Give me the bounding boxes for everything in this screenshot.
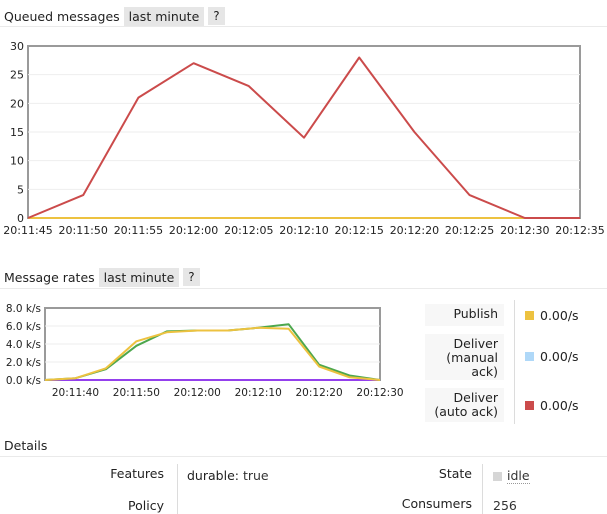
x-tick-label: 20:12:05: [224, 224, 273, 237]
x-tick-label: 20:11:45: [3, 224, 52, 237]
legend-deliver-auto-line2: (auto ack): [434, 404, 498, 419]
y-tick-label: 25: [10, 69, 24, 82]
legend-publish-value-row: 0.00/s: [525, 308, 579, 323]
x-tick-label: 20:12:00: [169, 224, 218, 237]
legend-publish-label: Publish: [453, 306, 498, 321]
y-tick-label: 15: [10, 126, 24, 139]
rates-range-selector[interactable]: last minute: [98, 267, 180, 287]
details-divider: [0, 456, 607, 457]
x-tick-label: 20:11:50: [58, 224, 107, 237]
y-tick-label: 10: [10, 155, 24, 168]
consumers-label: Consumers: [401, 496, 472, 511]
details-left-divider: [177, 464, 178, 514]
queued-help-button[interactable]: ?: [208, 7, 225, 25]
state-label: State: [438, 466, 472, 481]
legend-deliver-auto-line1: Deliver: [453, 390, 499, 405]
y-tick-label: 30: [10, 40, 24, 53]
legend-publish-box: Publish: [425, 304, 504, 326]
x-tick-label: 20:11:50: [113, 387, 160, 399]
queued-range-selector[interactable]: last minute: [123, 6, 205, 26]
features-durable-value: true: [242, 468, 269, 483]
details-title: Details: [4, 438, 48, 453]
queued-messages-title: Queued messages: [4, 8, 120, 24]
x-tick-label: 20:12:35: [555, 224, 604, 237]
legend-deliver-manual-value-row: 0.00/s: [525, 349, 579, 364]
details-right-divider: [482, 464, 483, 514]
x-tick-label: 20:11:40: [52, 387, 99, 399]
x-tick-label: 20:12:10: [235, 387, 282, 399]
consumers-value: 256: [493, 498, 517, 513]
legend-deliver-manual-value: 0.00/s: [540, 349, 579, 364]
x-tick-label: 20:12:00: [174, 387, 221, 399]
queued-messages-chart: 05101520253020:11:45 20:11:50 20:11:55 20:1…: [3, 40, 604, 237]
state-value-row: idle: [493, 468, 530, 484]
state-indicator-icon: [493, 471, 502, 481]
message-rates-chart: 0.0 k/s 2.0 k/s 4.0 k/s 6.0 k/s 8.0 k/s 20:11…: [6, 303, 404, 399]
x-tick-label: 20:12:20: [296, 387, 343, 399]
x-tick-label: 20:12:15: [334, 224, 383, 237]
y-tick-label: 20: [10, 97, 24, 110]
x-tick-label: 20:12:20: [390, 224, 439, 237]
legend-deliver-manual-box: Deliver (manual ack): [425, 334, 504, 380]
legend-deliver-manual-line3: ack): [471, 364, 498, 379]
features-label: Features: [110, 466, 164, 481]
x-tick-label: 20:12:30: [500, 224, 549, 237]
policy-label: Policy: [128, 498, 164, 513]
legend-publish-value: 0.00/s: [540, 308, 579, 323]
y-tick-label: 4.0 k/s: [6, 339, 41, 351]
x-tick-label: 20:12:10: [279, 224, 328, 237]
y-tick-label: 8.0 k/s: [6, 303, 41, 315]
x-tick-label: 20:11:55: [114, 224, 163, 237]
message-rates-title: Message rates: [4, 269, 95, 285]
rates-header-divider: [0, 288, 607, 289]
legend-deliver-auto-box: Deliver (auto ack): [425, 388, 504, 422]
legend-deliver-manual-swatch: [525, 352, 534, 361]
message-rates-header: Message rates last minute ?: [4, 267, 200, 287]
legend-deliver-auto-value: 0.00/s: [540, 398, 579, 413]
x-tick-label: 20:12:25: [445, 224, 494, 237]
rates-help-button[interactable]: ?: [183, 268, 200, 286]
legend-deliver-manual-line2: (manual: [446, 350, 498, 365]
features-key: durable:: [187, 468, 239, 483]
features-value: durable: true: [187, 468, 269, 483]
legend-divider: [514, 300, 515, 424]
y-tick-label: 5: [17, 183, 24, 196]
legend-publish-swatch: [525, 311, 534, 320]
y-tick-label: 6.0 k/s: [6, 321, 41, 333]
state-value: idle: [507, 468, 530, 484]
queued-header-divider: [0, 26, 607, 27]
queued-messages-header: Queued messages last minute ?: [4, 6, 225, 26]
legend-deliver-auto-swatch: [525, 401, 534, 410]
y-tick-label: 2.0 k/s: [6, 357, 41, 369]
legend-deliver-manual-line1: Deliver: [453, 336, 499, 351]
y-tick-label: 0.0 k/s: [6, 375, 41, 387]
legend-deliver-auto-value-row: 0.00/s: [525, 398, 579, 413]
x-tick-label: 20:12:30: [356, 387, 403, 399]
